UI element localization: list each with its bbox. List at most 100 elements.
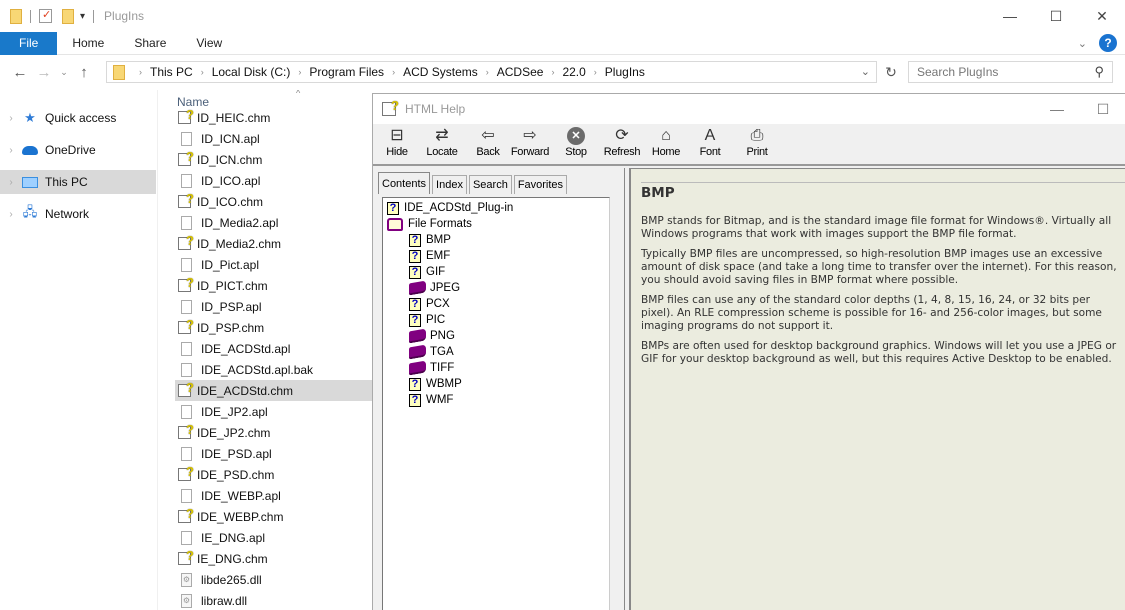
file-row[interactable]: ID_Media2.chm: [175, 233, 374, 254]
chevron-right-icon[interactable]: ›: [201, 67, 204, 77]
chevron-right-icon[interactable]: ›: [0, 209, 22, 220]
chevron-right-icon[interactable]: ›: [551, 67, 554, 77]
toolbar-back-button[interactable]: ⇦ Back: [465, 126, 511, 164]
chevron-right-icon[interactable]: ›: [486, 67, 489, 77]
chevron-right-icon[interactable]: ›: [392, 67, 395, 77]
nav-item-quick-access[interactable]: › ★ Quick access: [0, 106, 156, 130]
file-row[interactable]: IDE_JP2.chm: [175, 422, 374, 443]
contents-tree: ? IDE_ACDStd_Plug-in File Formats? BMP? EMF?…: [382, 197, 610, 610]
file-row[interactable]: ID_ICN.chm: [175, 149, 374, 170]
file-row[interactable]: IDE_JP2.apl: [175, 401, 374, 422]
breadcrumb-local-disk[interactable]: Local Disk (C:): [212, 65, 291, 79]
tab-view[interactable]: View: [181, 32, 237, 55]
toc-item[interactable]: ? GIF: [409, 264, 445, 280]
search-icon[interactable]: ⚲: [1094, 64, 1104, 80]
file-row[interactable]: IDE_PSD.chm: [175, 464, 374, 485]
chevron-right-icon[interactable]: ›: [594, 67, 597, 77]
file-row[interactable]: ID_PICT.chm: [175, 275, 374, 296]
tab-share[interactable]: Share: [119, 32, 181, 55]
toc-item[interactable]: File Formats: [387, 216, 472, 232]
toc-item[interactable]: ? EMF: [409, 248, 450, 264]
toolbar-refresh-button[interactable]: ⟳ Refresh: [599, 126, 645, 164]
nav-item-onedrive[interactable]: › OneDrive: [0, 138, 156, 162]
chevron-right-icon[interactable]: ›: [0, 113, 22, 124]
help-minimize-button[interactable]: —: [1034, 94, 1080, 124]
file-row[interactable]: ID_Media2.apl: [175, 212, 374, 233]
breadcrumb-this-pc[interactable]: This PC: [150, 65, 193, 79]
toc-item[interactable]: ? BMP: [409, 232, 451, 248]
tab-favorites[interactable]: Favorites: [513, 175, 568, 194]
nav-item-this-pc[interactable]: › This PC: [0, 170, 156, 194]
up-icon[interactable]: ↑: [72, 64, 96, 81]
file-row[interactable]: IDE_ACDStd.apl: [175, 338, 374, 359]
file-row[interactable]: IE_DNG.chm: [175, 548, 374, 569]
toc-item[interactable]: ? IDE_ACDStd_Plug-in: [387, 200, 513, 216]
file-row[interactable]: ⚙ libde265.dll: [175, 569, 374, 590]
file-row[interactable]: IDE_ACDStd.apl.bak: [175, 359, 374, 380]
chevron-right-icon[interactable]: ›: [298, 67, 301, 77]
maximize-button[interactable]: ☐: [1033, 0, 1079, 32]
nav-label: This PC: [45, 175, 88, 189]
breadcrumb-plugins[interactable]: PlugIns: [605, 65, 645, 79]
forward-icon[interactable]: →: [32, 64, 56, 81]
toc-item[interactable]: ? PCX: [409, 296, 450, 312]
breadcrumb-acdsee[interactable]: ACDSee: [497, 65, 544, 79]
file-row[interactable]: IDE_WEBP.apl: [175, 485, 374, 506]
file-row[interactable]: ID_ICO.apl: [175, 170, 374, 191]
toolbar-print-button[interactable]: ⎙ Print: [734, 126, 780, 164]
file-row[interactable]: IE_DNG.apl: [175, 527, 374, 548]
tab-file[interactable]: File: [0, 31, 58, 55]
toolbar-locate-button[interactable]: ⇄ Locate: [419, 126, 465, 164]
help-icon[interactable]: ?: [1099, 34, 1117, 52]
toc-item[interactable]: JPEG: [409, 280, 460, 296]
file-name: ID_HEIC.chm: [197, 110, 271, 125]
back-icon[interactable]: ←: [8, 64, 32, 81]
toolbar-hide-button[interactable]: ⊟ Hide: [374, 126, 420, 164]
file-row[interactable]: ID_PSP.chm: [175, 317, 374, 338]
tab-index[interactable]: Index: [432, 175, 467, 194]
refresh-icon[interactable]: ↻: [881, 61, 901, 83]
file-row[interactable]: IDE_ACDStd.chm: [175, 380, 374, 401]
new-folder-icon[interactable]: [62, 8, 74, 24]
toc-item[interactable]: PNG: [409, 328, 455, 344]
toolbar-font-button[interactable]: A Font: [687, 126, 733, 164]
tab-search[interactable]: Search: [468, 175, 512, 194]
file-row[interactable]: ID_PSP.apl: [175, 296, 374, 317]
toolbar-forward-button[interactable]: ⇨ Forward: [507, 126, 553, 164]
address-bar[interactable]: › This PC › Local Disk (C:) › Program Fi…: [106, 61, 877, 83]
file-row[interactable]: ID_HEIC.chm: [175, 107, 374, 128]
tab-home[interactable]: Home: [57, 32, 119, 55]
file-row[interactable]: ID_ICO.chm: [175, 191, 374, 212]
file-row[interactable]: ⚙ libraw.dll: [175, 590, 374, 610]
file-row[interactable]: ID_ICN.apl: [175, 128, 374, 149]
recent-locations-icon[interactable]: ⌄: [56, 67, 72, 78]
chevron-right-icon[interactable]: ›: [0, 145, 22, 156]
properties-icon[interactable]: [39, 8, 52, 23]
tab-contents[interactable]: Contents: [378, 172, 431, 194]
toolbar-label: Refresh: [603, 146, 641, 158]
breadcrumb-acd-systems[interactable]: ACD Systems: [403, 65, 478, 79]
address-dropdown-icon[interactable]: ⌄: [861, 65, 870, 78]
file-row[interactable]: IDE_WEBP.chm: [175, 506, 374, 527]
chevron-right-icon[interactable]: ›: [0, 177, 22, 188]
customize-quick-access-icon[interactable]: ▾: [80, 11, 85, 22]
toc-item[interactable]: TIFF: [409, 360, 454, 376]
breadcrumb-program-files[interactable]: Program Files: [309, 65, 384, 79]
file-row[interactable]: ID_Pict.apl: [175, 254, 374, 275]
chm-help-file-icon: [178, 191, 194, 208]
toc-item[interactable]: ? WBMP: [409, 376, 462, 392]
toc-item[interactable]: TGA: [409, 344, 454, 360]
close-button[interactable]: ✕: [1079, 0, 1125, 32]
toc-item[interactable]: ? PIC: [409, 312, 445, 328]
minimize-button[interactable]: —: [987, 0, 1033, 32]
nav-item-network[interactable]: › 🖧 Network: [0, 202, 156, 226]
breadcrumb-version[interactable]: 22.0: [562, 65, 585, 79]
search-input[interactable]: Search PlugIns ⚲: [908, 61, 1113, 83]
chevron-right-icon[interactable]: ›: [139, 67, 142, 77]
help-maximize-button[interactable]: ☐: [1080, 94, 1125, 124]
expand-ribbon-icon[interactable]: ⌄: [1078, 37, 1087, 50]
toolbar-stop-button[interactable]: ✕ Stop: [553, 126, 599, 164]
file-row[interactable]: IDE_PSD.apl: [175, 443, 374, 464]
toolbar-home-button[interactable]: ⌂ Home: [643, 126, 689, 164]
toc-item[interactable]: ? WMF: [409, 392, 453, 408]
